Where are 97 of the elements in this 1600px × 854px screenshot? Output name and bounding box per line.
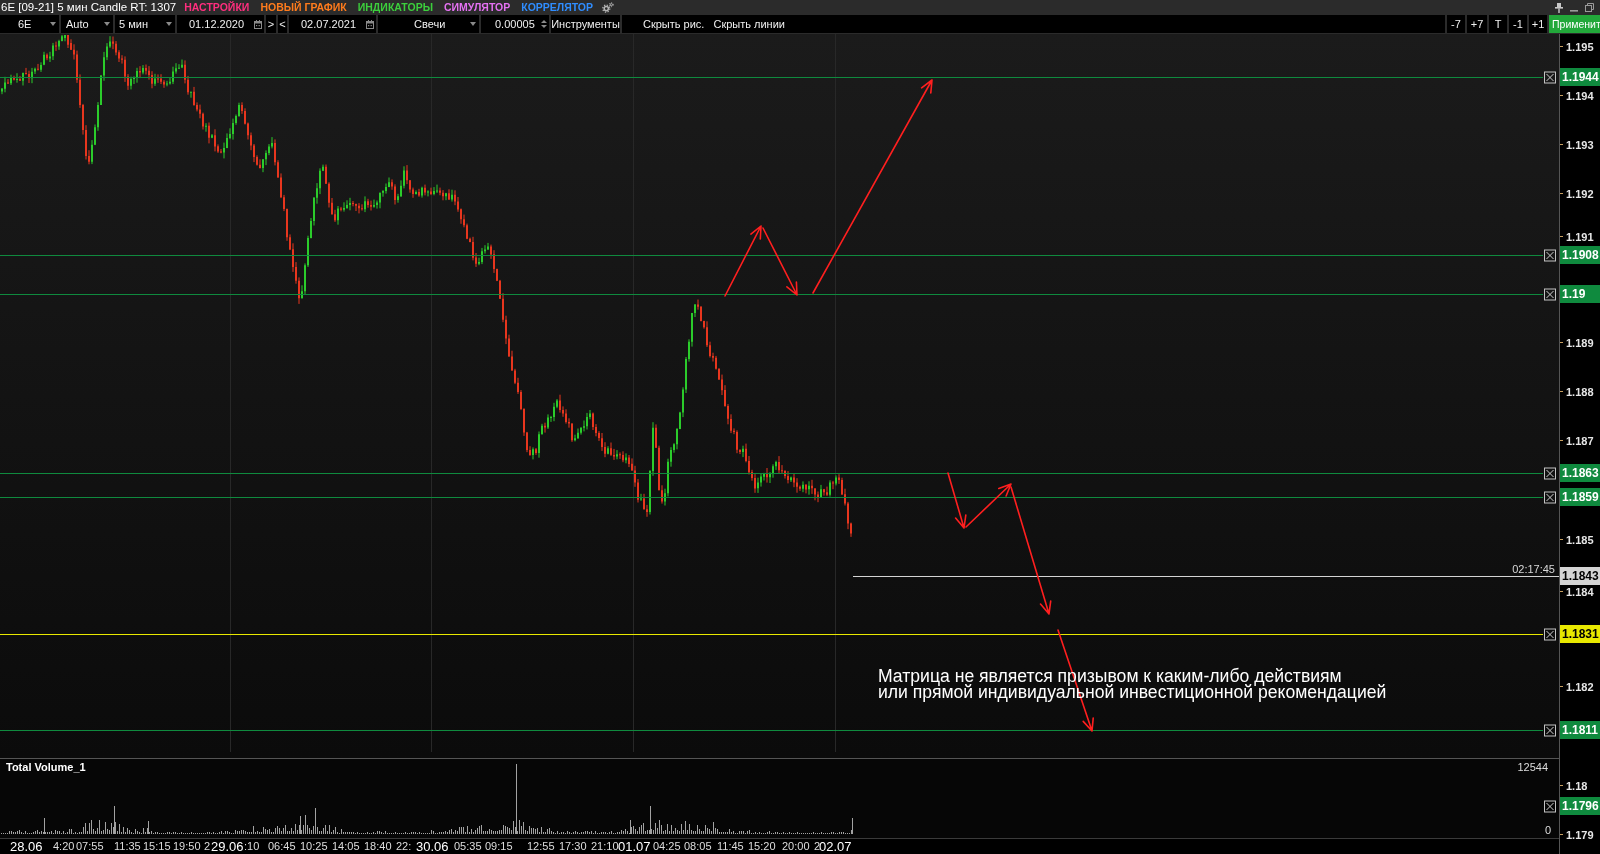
close-icon[interactable] <box>1544 724 1556 737</box>
bar-timer-text: 02:17:45 <box>1512 563 1555 575</box>
close-icon[interactable] <box>1544 467 1556 480</box>
time-axis-label: 20:00 <box>782 839 810 854</box>
dropdown[interactable]: Auto <box>61 15 113 33</box>
toolbar-button[interactable]: Инструменты <box>551 15 620 33</box>
caret-icon[interactable] <box>470 22 476 26</box>
time-axis-label: 14:05 <box>332 839 360 854</box>
price-level-label: 1.1944 <box>1560 68 1600 86</box>
price-tick-label: 1.189 <box>1560 336 1594 350</box>
number-spinner[interactable]: 0.00005 <box>481 15 549 33</box>
time-axis-label: 15:15 <box>143 839 171 854</box>
time-axis-label: 07:55 <box>76 839 104 854</box>
time-axis-label: 09:15 <box>485 839 513 854</box>
date-field[interactable]: 01.12.2020 <box>177 15 264 33</box>
date-field[interactable]: 02.07.2021 <box>289 15 376 33</box>
price-tick-label: 1.185 <box>1560 533 1594 547</box>
date-axis-label: 28.06 <box>10 839 43 854</box>
dropdown[interactable]: 6E <box>0 15 59 33</box>
volume-scale-label: 0 <box>1544 824 1551 836</box>
price-level-label: 1.1796 <box>1560 797 1600 815</box>
time-axis-label: 22: <box>396 839 412 854</box>
toolbar-button[interactable]: -7 <box>1447 15 1465 33</box>
calendar-icon[interactable] <box>254 19 262 29</box>
caret-icon[interactable] <box>166 22 172 26</box>
price-level-label: 1.1843 <box>1560 567 1600 585</box>
toolbar-link[interactable]: Скрыть линии <box>710 15 788 33</box>
time-axis-label: 4:20 <box>53 839 75 854</box>
indicator-title: Total Volume_1 <box>6 761 86 773</box>
toolbar-button[interactable]: T <box>1489 15 1507 33</box>
close-icon[interactable] <box>1544 71 1556 84</box>
toolbar-button[interactable]: +7 <box>1467 15 1487 33</box>
time-axis-label: 2 <box>814 839 821 854</box>
pin-icon[interactable] <box>1555 2 1563 13</box>
time-axis-label: 18:40 <box>364 839 392 854</box>
date-axis-label: 30.06 <box>416 839 449 854</box>
volume-scale-label: 12544 <box>1517 761 1548 773</box>
time-axis-label: 05:35 <box>454 839 482 854</box>
spinner-arrows-icon[interactable] <box>541 19 547 29</box>
time-axis-label: :10 <box>244 839 260 854</box>
price-tick-label: 1.182 <box>1560 680 1594 694</box>
close-icon[interactable] <box>1544 800 1556 813</box>
time-axis-label: 11:35 <box>114 839 141 854</box>
calendar-icon[interactable] <box>366 19 374 29</box>
time-axis-label: 10:25 <box>300 839 328 854</box>
dropdown[interactable]: Свечи <box>378 15 479 33</box>
price-tick-label: 1.188 <box>1560 385 1594 399</box>
date-axis-label: 01.07 <box>618 839 651 854</box>
price-tick-label: 1.179 <box>1560 828 1594 842</box>
price-level-label: 1.19 <box>1560 285 1600 303</box>
price-tick-label: 1.192 <box>1560 187 1594 201</box>
toolbar-button[interactable]: +1 <box>1529 15 1547 33</box>
price-level-label: 1.1859 <box>1560 488 1600 506</box>
time-axis-label: 2 <box>204 839 211 854</box>
price-level-label: 1.1863 <box>1560 464 1600 482</box>
price-tick-label: 1.184 <box>1560 585 1594 599</box>
price-tick-label: 1.193 <box>1560 138 1594 152</box>
time-axis-label: 12:55 <box>527 839 555 854</box>
close-icon[interactable] <box>1544 628 1556 641</box>
time-axis-label: 08:05 <box>684 839 712 854</box>
annotation-arrow <box>724 225 762 297</box>
date-axis-label: 02.07 <box>819 839 852 854</box>
price-tick-label: 1.187 <box>1560 434 1594 448</box>
time-axis-label: 11:45 <box>717 839 744 854</box>
time-axis-label: 21:10 <box>591 839 619 854</box>
annotation-arrow <box>762 227 798 296</box>
menu-link[interactable]: ИНДИКАТОРЫ <box>354 0 436 15</box>
close-icon[interactable] <box>1544 288 1556 301</box>
time-axis-label: 04:25 <box>653 839 681 854</box>
time-axis-label: 19:50 <box>173 839 201 854</box>
price-tick-label: 1.195 <box>1560 40 1594 54</box>
toolbar-button[interactable]: > <box>266 15 276 33</box>
menu-link[interactable]: НАСТРОЙКИ <box>181 0 253 15</box>
caret-icon[interactable] <box>104 22 110 26</box>
price-level-label: 1.1811 <box>1560 721 1600 739</box>
menu-link[interactable]: КОРРЕЛЯТОР <box>518 0 597 15</box>
menu-link[interactable]: СИМУЛЯТОР <box>440 0 514 15</box>
price-level-label: 1.1908 <box>1560 246 1600 264</box>
menu-link[interactable]: НОВЫЙ ГРАФИК <box>257 0 350 15</box>
toolbar-link[interactable]: Скрыть рис. <box>640 15 708 33</box>
caret-icon[interactable] <box>50 22 56 26</box>
price-tick-label: 1.194 <box>1560 89 1594 103</box>
time-axis-label: 15:20 <box>748 839 776 854</box>
window-title: 6E [09-21] 5 мин Candle RT: 1307 <box>0 0 177 15</box>
price-tick-label: 1.191 <box>1560 230 1594 244</box>
close-icon[interactable] <box>1544 249 1556 262</box>
close-icon[interactable] <box>1544 491 1556 504</box>
time-axis-label: 17:30 <box>559 839 587 854</box>
time-axis-label: 06:45 <box>268 839 296 854</box>
price-tick-label: 1.18 <box>1560 779 1588 793</box>
dropdown[interactable]: 5 мин <box>115 15 175 33</box>
date-axis-label: 29.06 <box>211 839 244 854</box>
gears-icon[interactable] <box>602 2 615 13</box>
restore-icon[interactable] <box>1585 3 1594 12</box>
toolbar-button[interactable]: -1 <box>1509 15 1527 33</box>
price-level-label: 1.1831 <box>1560 625 1600 643</box>
toolbar-button[interactable]: < <box>278 15 287 33</box>
